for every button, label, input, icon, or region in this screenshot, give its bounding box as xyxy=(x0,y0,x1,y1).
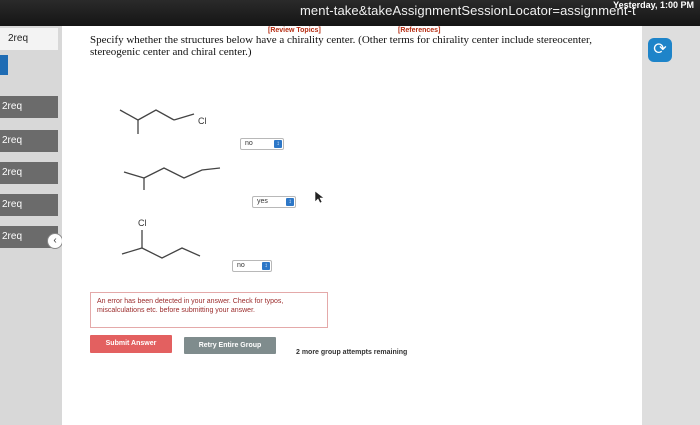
sidebar-item-label: 2req xyxy=(2,231,23,242)
sidebar-item[interactable]: 2req xyxy=(0,194,58,216)
question-text: Specify whether the structures below hav… xyxy=(90,34,592,58)
select-value: no xyxy=(237,262,245,269)
select-value: no xyxy=(245,140,253,147)
molecule-structure-3 xyxy=(121,230,201,259)
select-arrow-icon: ↕ xyxy=(274,140,282,148)
chlorine-label: Cl xyxy=(138,218,147,228)
question-panel xyxy=(62,26,642,425)
bond xyxy=(173,113,195,121)
right-toolbar xyxy=(642,26,700,425)
sidebar-item-label: 2req xyxy=(2,167,23,178)
sidebar-item-label: 2req xyxy=(2,199,23,210)
bond xyxy=(137,109,175,121)
browser-address-bar: ment-take&takeAssignmentSessionLocator=a… xyxy=(0,0,700,26)
sidebar-item[interactable]: 2req xyxy=(0,130,58,152)
mouse-cursor-icon xyxy=(314,190,324,204)
select-arrow-icon: ↕ xyxy=(262,262,270,270)
retry-entire-group-button[interactable]: Retry Entire Group xyxy=(184,337,276,354)
molecule-structure-2 xyxy=(123,167,221,190)
chirality-select-3[interactable]: no ↕ xyxy=(232,260,272,272)
system-clock: Yesterday, 1:00 PM xyxy=(613,0,694,10)
bond xyxy=(121,247,201,259)
molecule-structure-1 xyxy=(119,109,195,134)
sidebar-active-tab[interactable] xyxy=(0,55,8,75)
chirality-select-2[interactable]: yes ↕ xyxy=(252,196,296,208)
sidebar-item-label: 2req xyxy=(2,135,23,146)
attempts-remaining: 2 more group attempts remaining xyxy=(296,349,408,356)
chlorine-label: Cl xyxy=(198,116,207,126)
error-message: An error has been detected in your answe… xyxy=(90,292,328,328)
chirality-select-1[interactable]: no ↕ xyxy=(240,138,284,150)
select-arrow-icon: ↕ xyxy=(286,198,294,206)
url-text[interactable]: ment-take&takeAssignmentSessionLocator=a… xyxy=(300,3,636,18)
refresh-icon[interactable]: ⟳ xyxy=(648,38,672,62)
bond xyxy=(123,171,145,190)
review-topics-link[interactable]: [Review Topics] xyxy=(268,27,321,34)
bond xyxy=(143,167,221,179)
select-value: yes xyxy=(257,198,268,205)
bond xyxy=(119,109,139,134)
chevron-left-icon[interactable]: ‹ xyxy=(47,233,63,249)
references-link[interactable]: [References] xyxy=(398,27,440,34)
sidebar-item[interactable]: 2req xyxy=(0,96,58,118)
sidebar-item[interactable]: 2req xyxy=(0,28,58,50)
sidebar-item-label: 2req xyxy=(2,101,23,112)
submit-answer-button[interactable]: Submit Answer xyxy=(90,335,172,353)
sidebar-item[interactable]: 2req xyxy=(0,162,58,184)
